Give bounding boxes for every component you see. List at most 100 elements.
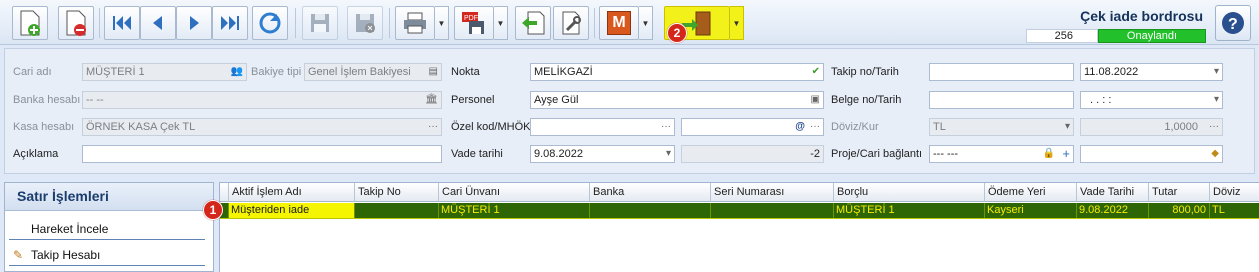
table-cell[interactable]: 9.08.2022 xyxy=(1077,203,1149,218)
table-cell[interactable]: TL xyxy=(1210,203,1259,218)
cari-adi-field[interactable]: MÜŞTERİ 1 👥 xyxy=(82,63,247,81)
takip-no-field[interactable] xyxy=(929,63,1074,81)
exit-dropdown[interactable]: ▼ xyxy=(730,6,744,40)
svg-text:PDF: PDF xyxy=(464,15,478,22)
column-header[interactable]: Tutar xyxy=(1149,183,1210,202)
belge-tarih-value: . . : : xyxy=(1090,94,1112,106)
save-button[interactable] xyxy=(302,6,338,40)
next-record-button[interactable] xyxy=(176,6,212,40)
bank-icon: 🏛 xyxy=(425,94,438,105)
banka-hesabi-value: -- -- xyxy=(86,94,104,106)
print-dropdown[interactable]: ▼ xyxy=(435,6,449,40)
bakiye-tipi-field[interactable]: Genel İşlem Bakiyesi ▤ xyxy=(304,63,442,81)
import-icon xyxy=(522,11,545,35)
banka-hesabi-label: Banka hesabı xyxy=(13,94,81,106)
list-icon: ▤ xyxy=(428,66,438,77)
column-header[interactable]: Ödeme Yeri xyxy=(985,183,1077,202)
column-header[interactable]: Cari Ünvanı xyxy=(439,183,590,202)
tools-button[interactable] xyxy=(553,6,589,40)
save-close-button[interactable] xyxy=(347,6,383,40)
m-module-button[interactable]: M xyxy=(599,6,639,40)
kasa-hesabi-label: Kasa hesabı xyxy=(13,121,75,133)
table-cell[interactable] xyxy=(355,203,439,218)
cari-baglanti-field[interactable]: ◆ xyxy=(1080,145,1223,163)
chevron-down-icon[interactable]: ▾ xyxy=(1214,92,1219,108)
doviz-value: TL xyxy=(933,121,946,133)
table-cell[interactable]: MÜŞTERİ 1 xyxy=(834,203,985,218)
column-header[interactable]: Banka xyxy=(590,183,711,202)
print-button[interactable] xyxy=(395,6,435,40)
people-icon: 👥 xyxy=(230,66,243,77)
mail-at-icon: @ xyxy=(795,121,805,132)
takip-no-label: Takip no/Tarih xyxy=(831,66,899,78)
ozel-kod-field[interactable]: ··· xyxy=(530,118,675,136)
new-document-icon xyxy=(20,10,40,36)
column-header[interactable]: Borçlu xyxy=(834,183,985,202)
kur-value: 1,0000 xyxy=(1164,121,1198,133)
grid-header: Aktif İşlem Adı Takip No Cari Ünvanı Ban… xyxy=(220,183,1259,202)
panel-item-hareket-incele[interactable]: Hareket İncele xyxy=(9,218,205,240)
column-header[interactable]: Aktif İşlem Adı xyxy=(229,183,355,202)
delete-document-icon xyxy=(66,10,86,36)
delete-document-button[interactable] xyxy=(58,6,94,40)
column-header[interactable]: Vade Tarihi xyxy=(1077,183,1149,202)
chevron-down-icon[interactable]: ▾ xyxy=(1214,64,1219,80)
chevron-down-icon[interactable]: ▾ xyxy=(666,146,671,162)
table-cell[interactable]: Müşteriden iade xyxy=(229,203,355,218)
eraser-icon[interactable]: ◆ xyxy=(1211,146,1219,162)
kasa-hesabi-value: ÖRNEK KASA Çek TL xyxy=(86,121,196,133)
bakiye-tipi-value: Genel İşlem Bakiyesi xyxy=(308,66,411,78)
nokta-field[interactable]: MELİKGAZİ ✔ xyxy=(530,63,824,81)
doviz-field[interactable]: TL ▾ xyxy=(929,118,1074,136)
tracking-edit-icon: ✎ xyxy=(13,248,24,262)
panel-item-takip-hesabi[interactable]: ✎ Takip Hesabı xyxy=(9,244,205,266)
last-record-button[interactable] xyxy=(212,6,248,40)
mhok-field[interactable]: @ ··· xyxy=(681,118,824,136)
table-cell[interactable] xyxy=(590,203,711,218)
ellipsis-icon: ··· xyxy=(428,121,438,132)
svg-text:?: ? xyxy=(1228,16,1238,33)
lock-icon[interactable]: 🔒 xyxy=(1043,146,1055,162)
m-module-dropdown[interactable]: ▼ xyxy=(639,6,653,40)
table-cell[interactable]: 800,00 xyxy=(1149,203,1210,218)
kur-field[interactable]: 1,0000 ··· xyxy=(1080,118,1223,136)
previous-record-button[interactable] xyxy=(140,6,176,40)
check-icon: ✔ xyxy=(811,66,820,77)
table-cell[interactable]: Kayseri xyxy=(985,203,1077,218)
takip-tarih-field[interactable]: 11.08.2022 ▾ xyxy=(1080,63,1223,81)
pdf-export-button[interactable]: PDF xyxy=(454,6,494,40)
refresh-icon xyxy=(259,12,281,34)
belge-no-field[interactable] xyxy=(929,91,1074,109)
proje-label: Proje/Cari bağlantı xyxy=(831,148,923,160)
previous-record-icon xyxy=(153,16,162,30)
column-header[interactable]: Döviz xyxy=(1210,183,1259,202)
proje-field[interactable]: --- --- 🔒 + xyxy=(929,145,1074,163)
belge-tarih-field[interactable]: . . : : ▾ xyxy=(1080,91,1223,109)
save-close-icon xyxy=(356,14,375,33)
pdf-export-dropdown[interactable]: ▼ xyxy=(494,6,508,40)
first-record-button[interactable] xyxy=(104,6,140,40)
import-button[interactable] xyxy=(515,6,551,40)
personel-field[interactable]: Ayşe Gül ▣ xyxy=(530,91,824,109)
kasa-hesabi-field[interactable]: ÖRNEK KASA Çek TL ··· xyxy=(82,118,442,136)
ellipsis-icon: ··· xyxy=(661,121,671,132)
new-document-button[interactable] xyxy=(12,6,48,40)
vade-tarihi-field[interactable]: 9.08.2022 ▾ xyxy=(530,145,675,163)
plus-icon[interactable]: + xyxy=(1062,146,1070,162)
banka-hesabi-field[interactable]: -- -- 🏛 xyxy=(82,91,442,109)
table-cell[interactable]: MÜŞTERİ 1 xyxy=(439,203,590,218)
table-cell[interactable] xyxy=(711,203,834,218)
m-module-icon: M xyxy=(607,11,631,35)
table-row[interactable]: Müşteriden iade MÜŞTERİ 1 MÜŞTERİ 1 Kays… xyxy=(220,203,1259,219)
refresh-button[interactable] xyxy=(252,6,288,40)
column-header[interactable]: Takip No xyxy=(355,183,439,202)
toolbar: ▼ PDF ▼ M ▼ ▼ 2 Çek iade bordrosu 256 On… xyxy=(0,0,1259,45)
aciklama-field[interactable] xyxy=(82,145,442,163)
save-icon xyxy=(311,14,329,32)
chevron-down-icon[interactable]: ▾ xyxy=(1065,119,1070,135)
column-header[interactable]: Seri Numarası xyxy=(711,183,834,202)
bakiye-tipi-label: Bakiye tipi xyxy=(251,66,302,78)
help-button[interactable]: ? xyxy=(1215,5,1251,41)
nokta-label: Nokta xyxy=(451,66,480,78)
tools-icon xyxy=(562,11,581,35)
